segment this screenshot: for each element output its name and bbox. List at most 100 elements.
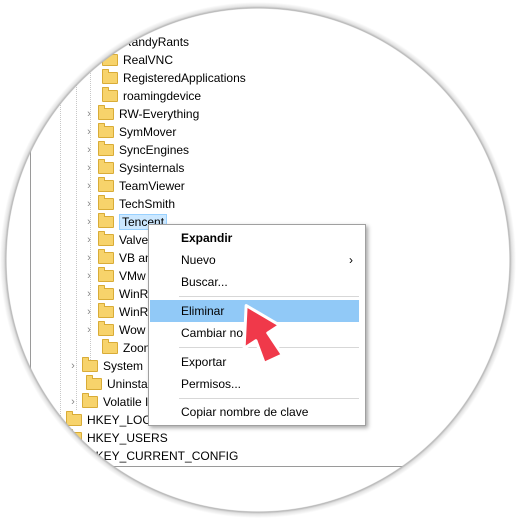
- chevron-right-icon[interactable]: ›: [84, 141, 94, 159]
- folder-icon: [98, 105, 114, 120]
- menu-item-label: Expandir: [181, 231, 233, 245]
- expander: [72, 375, 82, 393]
- tree-item-label: RW-Everything: [119, 107, 200, 121]
- folder-icon: [102, 87, 118, 102]
- tree-item-label: Uninstal: [107, 377, 151, 391]
- menu-separator: [179, 296, 359, 297]
- tree-item-label: RandyRants: [123, 35, 190, 49]
- menu-item-new[interactable]: Nuevo ›: [149, 249, 365, 271]
- tree-item[interactable]: › HKEY_USERS: [52, 429, 168, 447]
- tree-item[interactable]: › WinR: [84, 303, 148, 321]
- menu-item-find[interactable]: Buscar...: [149, 271, 365, 293]
- menu-item-copy-key-name[interactable]: Copiar nombre de clave: [149, 401, 365, 423]
- horizontal-scrollbar-edge: [90, 466, 410, 467]
- folder-icon: [86, 375, 102, 390]
- expander: [88, 33, 98, 51]
- tree-item[interactable]: › HKEY_LOCA: [52, 411, 159, 429]
- folder-icon: [98, 159, 114, 174]
- tree-item-label: TeamViewer: [119, 179, 185, 193]
- folder-icon: [82, 393, 98, 408]
- chevron-right-icon[interactable]: ›: [68, 393, 78, 411]
- menu-item-label: Copiar nombre de clave: [181, 405, 309, 419]
- tree-item[interactable]: RealVNC: [88, 51, 173, 69]
- tree-item-label: RealVNC: [123, 53, 174, 67]
- tree-item[interactable]: › Wow: [84, 321, 145, 339]
- tree-item-label: SymMover: [119, 125, 177, 139]
- menu-item-label: Eliminar: [181, 304, 225, 318]
- folder-icon: [102, 15, 118, 30]
- chevron-right-icon[interactable]: ›: [52, 411, 62, 429]
- menu-item-permissions[interactable]: Permisos...: [149, 373, 365, 395]
- tree-item-label: RegisteredApplications: [123, 71, 246, 85]
- tree-item[interactable]: › TeamViewer: [84, 177, 185, 195]
- tree-item-label: Sysinternals: [119, 161, 185, 175]
- tree-item-label: roamingdevice: [123, 89, 202, 103]
- chevron-right-icon[interactable]: ›: [84, 303, 94, 321]
- chevron-right-icon[interactable]: ›: [84, 177, 94, 195]
- menu-item-label: Permisos...: [181, 377, 242, 391]
- red-arrow-pointer-icon: [242, 304, 284, 365]
- menu-item-label: Exportar: [181, 355, 227, 369]
- tree-item[interactable]: › Volatile I: [68, 393, 148, 411]
- tree-item-label: ...t: [123, 17, 137, 31]
- tree-item[interactable]: Zoon: [88, 339, 150, 357]
- tree-item[interactable]: › RW-Everything: [84, 105, 199, 123]
- tree-item[interactable]: › TechSmith: [84, 195, 175, 213]
- folder-icon: [66, 429, 82, 444]
- folder-icon: [98, 141, 114, 156]
- folder-icon: [66, 447, 82, 462]
- tree-item[interactable]: › SymMover: [84, 123, 176, 141]
- chevron-right-icon[interactable]: ›: [84, 123, 94, 141]
- chevron-right-icon[interactable]: ›: [52, 447, 62, 465]
- folder-icon: [98, 285, 114, 300]
- tree-item-label: HKEY_CURRENT_CONFIG: [87, 449, 239, 463]
- tree-item[interactable]: roamingdevice: [88, 87, 201, 105]
- chevron-right-icon[interactable]: ›: [84, 249, 94, 267]
- chevron-right-icon[interactable]: ›: [84, 159, 94, 177]
- folder-icon: [98, 303, 114, 318]
- tree-item-label: System: [103, 359, 144, 373]
- tree-item[interactable]: Uninstal: [72, 375, 150, 393]
- folder-icon: [98, 195, 114, 210]
- chevron-right-icon[interactable]: ›: [84, 285, 94, 303]
- folder-icon: [102, 69, 118, 84]
- tree-item[interactable]: › System: [68, 357, 143, 375]
- folder-icon: [98, 249, 114, 264]
- tree-guide-line: [76, 0, 77, 410]
- folder-icon: [98, 321, 114, 336]
- chevron-right-icon[interactable]: ›: [84, 267, 94, 285]
- chevron-right-icon: ›: [349, 253, 353, 267]
- folder-icon: [102, 339, 118, 354]
- tree-item[interactable]: RandyRants: [88, 33, 189, 51]
- tree-item[interactable]: › HKEY_CURRENT_CONFIG: [52, 447, 238, 465]
- chevron-right-icon[interactable]: ›: [84, 321, 94, 339]
- chevron-right-icon[interactable]: ›: [68, 357, 78, 375]
- tree-item[interactable]: › Valve: [84, 231, 148, 249]
- tree-item[interactable]: RegisteredApplications: [88, 69, 246, 87]
- registry-editor-viewport: ...t RandyRants RealVNC RegisteredApplic…: [0, 0, 520, 520]
- folder-icon: [82, 357, 98, 372]
- folder-icon: [98, 267, 114, 282]
- chevron-right-icon[interactable]: ›: [52, 429, 62, 447]
- chevron-right-icon[interactable]: ›: [84, 213, 94, 231]
- tree-item-label: SyncEngines: [119, 143, 190, 157]
- chevron-right-icon[interactable]: ›: [84, 195, 94, 213]
- tree-item[interactable]: › Sysinternals: [84, 159, 184, 177]
- folder-icon: [66, 411, 82, 426]
- menu-item-label: Buscar...: [181, 275, 228, 289]
- expander: [88, 51, 98, 69]
- tree-item[interactable]: › VMw: [84, 267, 146, 285]
- tree-item-label: WinR: [119, 287, 149, 301]
- expander: [88, 69, 98, 87]
- folder-icon: [102, 33, 118, 48]
- folder-icon: [98, 231, 114, 246]
- tree-item[interactable]: ...t: [88, 15, 136, 33]
- chevron-right-icon[interactable]: ›: [84, 231, 94, 249]
- tree-item[interactable]: › VB an: [84, 249, 152, 267]
- tree-item[interactable]: › WinR: [84, 285, 148, 303]
- tree-item-label: Valve: [119, 233, 149, 247]
- tree-item[interactable]: › SyncEngines: [84, 141, 189, 159]
- chevron-right-icon[interactable]: ›: [84, 105, 94, 123]
- tree-item-label: Volatile I: [103, 395, 149, 409]
- menu-item-expand[interactable]: Expandir: [149, 227, 365, 249]
